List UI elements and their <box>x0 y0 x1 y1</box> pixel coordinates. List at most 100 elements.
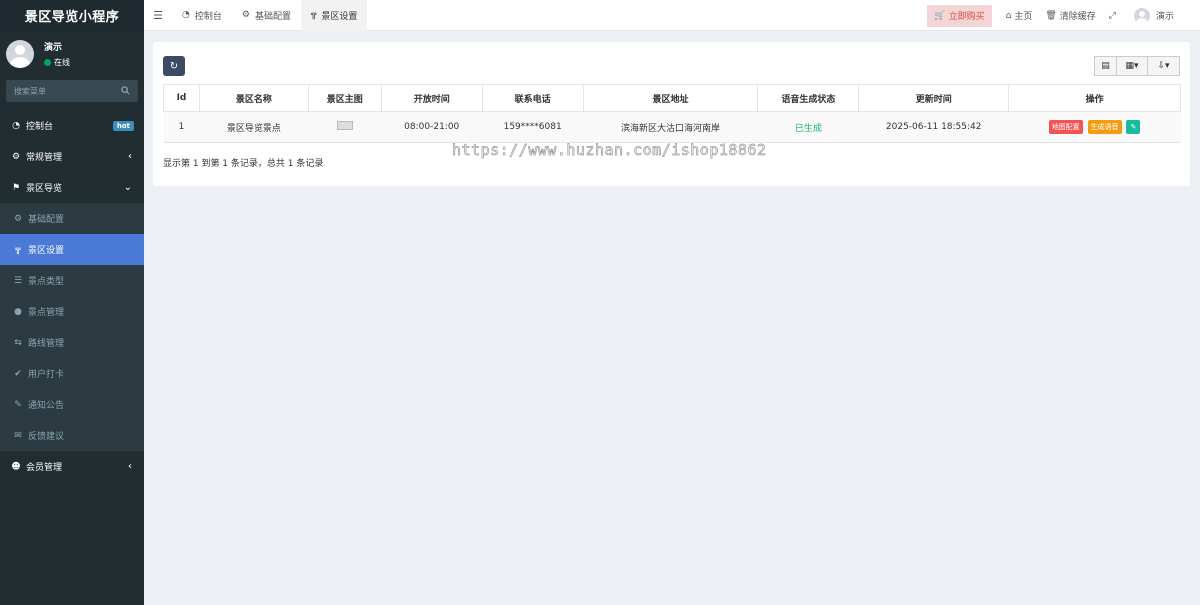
sidebar-item-general[interactable]: ⚙ 常规管理 ‹ <box>0 141 144 172</box>
sidebar-item-scenic-settings[interactable]: ╦ 景区设置 <box>0 234 144 265</box>
user-status: 在线 <box>44 57 70 68</box>
sidebar-item-label: 控制台 <box>26 122 54 132</box>
hot-badge: hot <box>112 120 134 131</box>
grid-icon: ▦▾ <box>1125 61 1139 71</box>
avatar <box>6 40 34 68</box>
buy-now-label: 立即购买 <box>948 12 985 22</box>
cell-open-time: 08:00-21:00 <box>381 111 483 143</box>
sidebar-item-basic-config[interactable]: ⚙ 基础配置 <box>0 203 144 234</box>
sidebar-item-label: 路线管理 <box>28 339 65 349</box>
toggle-view-button[interactable]: ▤ <box>1094 56 1117 76</box>
home-link[interactable]: ⌂ 主页 <box>1005 9 1033 23</box>
export-icon: ⇩▾ <box>1157 61 1170 71</box>
route-icon: ⇆ <box>14 337 22 348</box>
sidebar-item-label: 景区导览 <box>26 184 63 194</box>
sidebar-item-label: 景点类型 <box>28 277 65 287</box>
sidebar-item-label: 通知公告 <box>28 401 65 411</box>
cell-id: 1 <box>163 111 200 143</box>
content-panel: ↻ ▤ ▦▾ ⇩▾ Id 景区名称 景区主图 开放时间 联系电话 景区地址 语音… <box>153 42 1190 186</box>
gear-icon: ⚙ <box>13 213 23 224</box>
column-header[interactable]: 开放时间 <box>380 84 483 112</box>
columns-dropdown-button[interactable]: ▦▾ <box>1117 56 1148 76</box>
online-dot-icon <box>44 59 51 66</box>
user-menu[interactable]: 演示 <box>1133 7 1174 24</box>
list-icon: ☰ <box>13 275 23 286</box>
sidebar-item-scenic-guide[interactable]: ⚑ 景区导览 ⌄ <box>0 172 144 203</box>
buy-now-button[interactable]: 🛒 立即购买 <box>927 4 992 27</box>
cell-image[interactable] <box>308 111 382 143</box>
sidebar-item-spot-management[interactable]: ● 景点管理 <box>0 296 144 327</box>
map-marker-icon: ● <box>14 306 22 317</box>
sidebar-item-feedback[interactable]: ✉ 反馈建议 <box>0 420 144 451</box>
header-user-name: 演示 <box>1155 12 1174 22</box>
cell-updated: 2025-06-11 18:55:42 <box>858 111 1009 143</box>
tab-label: 基础配置 <box>254 11 291 22</box>
top-navbar: ☰ ◔ 控制台 ⚙ 基础配置 ╦ 景区设置 🛒 立即购买 ⌂ 主页 🗑 清除缓存… <box>144 0 1200 31</box>
sidebar-item-label: 景区设置 <box>28 246 65 256</box>
column-header[interactable]: 景区名称 <box>198 84 309 112</box>
pencil-icon: ✎ <box>1130 123 1137 131</box>
tab-scenic-settings[interactable]: ╦ 景区设置 <box>300 0 368 31</box>
cell-actions: 地图配置 生成语音 ✎ <box>1008 111 1181 143</box>
sidebar-item-label: 用户打卡 <box>28 370 65 380</box>
tab-label: 景区设置 <box>321 11 358 22</box>
sidebar-item-label: 常规管理 <box>26 153 63 163</box>
user-circle-icon: ☻ <box>11 461 21 472</box>
menu-search-input[interactable]: 搜索菜单 <box>6 80 138 102</box>
header-avatar <box>1133 7 1150 24</box>
sidebar-item-route-management[interactable]: ⇆ 路线管理 <box>0 327 144 358</box>
signpost-icon: ╦ <box>15 244 21 255</box>
cart-icon: 🛒 <box>934 10 946 21</box>
dashboard-icon: ◔ <box>12 120 20 131</box>
fullscreen-button[interactable]: ⤢ <box>1109 11 1116 21</box>
home-label: 主页 <box>1014 12 1033 22</box>
app-title[interactable]: 景区导览小程序 <box>0 0 144 31</box>
sidebar-item-user-checkin[interactable]: ✔ 用户打卡 <box>0 358 144 389</box>
menu-toggle-icon[interactable]: ☰ <box>144 0 172 31</box>
refresh-icon: ↻ <box>169 60 179 72</box>
column-header[interactable]: Id <box>163 84 200 112</box>
sidebar-item-label: 反馈建议 <box>28 432 65 442</box>
column-header[interactable]: 景区主图 <box>307 84 382 112</box>
column-header[interactable]: 景区地址 <box>582 84 759 112</box>
column-header: 操作 <box>1008 84 1181 112</box>
cogs-icon: ⚙ <box>11 151 21 162</box>
edit-button[interactable]: ✎ <box>1126 120 1141 134</box>
column-header[interactable]: 联系电话 <box>481 84 584 112</box>
sidebar: 景区导览小程序 演示 在线 搜索菜单 ◔ 控制台 hot ⚙ 常规管理 ‹ ⚑ <box>0 0 144 605</box>
sidebar-item-label: 会员管理 <box>26 463 63 473</box>
clear-cache-label: 清除缓存 <box>1059 12 1096 22</box>
scenic-table: Id 景区名称 景区主图 开放时间 联系电话 景区地址 语音生成状态 更新时间 … <box>163 84 1181 143</box>
table-row[interactable]: 1 景区导览景点 08:00-21:00 159****6081 滨海新区大沽口… <box>163 111 1181 143</box>
clear-cache-button[interactable]: 🗑 清除缓存 <box>1045 9 1096 23</box>
tab-basic-config[interactable]: ⚙ 基础配置 <box>232 0 301 31</box>
signpost-icon: ╦ <box>310 10 317 20</box>
search-icon[interactable] <box>121 85 130 97</box>
table-header-row: Id 景区名称 景区主图 开放时间 联系电话 景区地址 语音生成状态 更新时间 … <box>163 84 1181 112</box>
sidebar-item-notices[interactable]: ✎ 通知公告 <box>0 389 144 420</box>
chevron-left-icon: ‹ <box>128 151 132 162</box>
map-config-button[interactable]: 地图配置 <box>1048 120 1083 134</box>
sidebar-item-dashboard[interactable]: ◔ 控制台 hot <box>0 110 144 141</box>
scenic-guide-submenu: ⚙ 基础配置 ╦ 景区设置 ☰ 景点类型 ● 景点管理 ⇆ 路线管理 ✔ 用户打… <box>0 203 144 451</box>
refresh-button[interactable]: ↻ <box>163 56 185 76</box>
table-toolbar: ▤ ▦▾ ⇩▾ <box>1094 56 1180 76</box>
trash-icon: 🗑 <box>1045 10 1057 21</box>
home-icon: ⌂ <box>1005 10 1012 21</box>
column-header[interactable]: 语音生成状态 <box>757 84 860 112</box>
gear-icon: ⚙ <box>241 10 250 20</box>
envelope-icon: ✉ <box>14 430 22 441</box>
sidebar-item-spot-types[interactable]: ☰ 景点类型 <box>0 265 144 296</box>
export-dropdown-button[interactable]: ⇩▾ <box>1148 56 1180 76</box>
generate-voice-button[interactable]: 生成语音 <box>1087 120 1122 134</box>
watermark-url: https://www.huzhan.com/ishop18862 <box>452 141 767 160</box>
sidebar-item-members[interactable]: ☻ 会员管理 ‹ <box>0 451 144 482</box>
cell-phone: 159****6081 <box>482 111 584 143</box>
menu-search-placeholder: 搜索菜单 <box>14 86 46 96</box>
scenic-thumbnail[interactable] <box>336 121 353 130</box>
tab-dashboard[interactable]: ◔ 控制台 <box>172 0 232 31</box>
user-name: 演示 <box>44 43 63 53</box>
column-header[interactable]: 更新时间 <box>858 84 1010 112</box>
flag-icon: ⚑ <box>11 182 21 193</box>
cell-address: 滨海新区大沽口海河南岸 <box>583 111 758 143</box>
